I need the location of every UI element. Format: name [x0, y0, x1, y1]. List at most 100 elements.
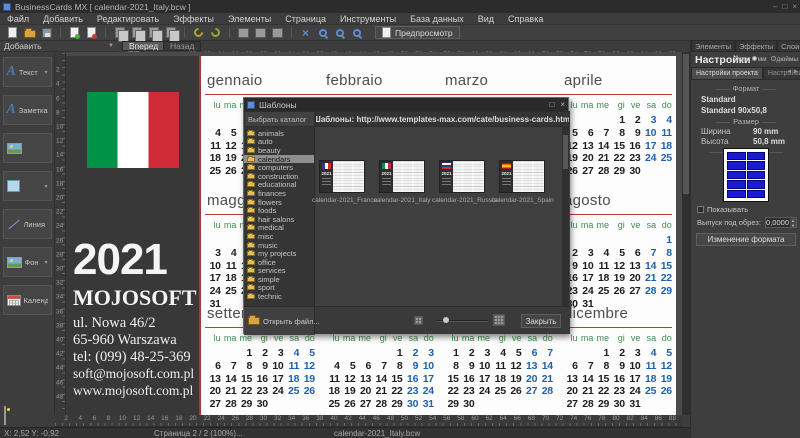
scrollbar-thumb[interactable] — [563, 135, 568, 169]
dialog-close-icon[interactable]: × — [560, 100, 565, 109]
menu-item[interactable]: База данных — [403, 14, 471, 24]
dialog-close-button[interactable]: Закрыть — [521, 314, 561, 328]
card-company-text[interactable]: MOJOSOFT — [73, 285, 196, 311]
menu-item[interactable]: Элементы — [221, 14, 278, 24]
italy-flag-image[interactable] — [87, 92, 179, 168]
undo-button[interactable] — [190, 26, 207, 40]
change-format-button[interactable]: Изменение формата — [696, 233, 796, 246]
zoom-out-button[interactable] — [348, 26, 365, 40]
zoom-in-button[interactable] — [314, 26, 331, 40]
canvas-vertical-scrollbar[interactable] — [682, 52, 690, 415]
folder-item-beauty[interactable]: beauty — [244, 146, 314, 155]
calendar-day: 13 — [209, 372, 221, 385]
folder-item-services[interactable]: services — [244, 266, 314, 275]
image-tool[interactable] — [2, 133, 52, 163]
folder-item-computers[interactable]: computers — [244, 163, 314, 172]
subtab-scroll-arrows[interactable]: ◄► — [786, 69, 800, 75]
tab-back-side[interactable]: Назад — [163, 41, 202, 51]
cut-page-button[interactable] — [128, 26, 146, 42]
folder-item-foods[interactable]: foods — [244, 206, 314, 215]
folder-item-educational[interactable]: educational — [244, 180, 314, 189]
card-address-text[interactable]: ul. Nowa 46/2 65-960 Warszawa tel: (099) 4… — [73, 315, 191, 366]
menu-item[interactable]: Эффекты — [166, 14, 221, 24]
zoom-100-button[interactable] — [331, 26, 348, 40]
arrange-button-1[interactable] — [235, 26, 252, 40]
folder-item-simple[interactable]: simple — [244, 275, 314, 284]
arrange-button-3[interactable] — [269, 26, 286, 40]
folder-item-construction[interactable]: construction — [244, 172, 314, 181]
new-document-button[interactable] — [4, 26, 21, 40]
template-thumbnail-calendar-2021_Spain[interactable]: 2021 — [499, 160, 545, 193]
duplicate-page-icon — [165, 27, 180, 42]
dialog-maximize-icon[interactable]: □ — [549, 100, 554, 109]
save-button[interactable] — [38, 26, 55, 40]
add-panel-header[interactable]: Добавить ▼ — [0, 41, 118, 52]
menu-item[interactable]: Добавить — [36, 14, 90, 24]
folder-item-technic[interactable]: technic — [244, 292, 314, 301]
menu-item[interactable]: Редактировать — [90, 14, 166, 24]
panel-tab-Эффекты[interactable]: Эффекты — [734, 40, 778, 52]
folder-item-calendars[interactable]: calendars — [244, 155, 314, 164]
clipart-tool-icon[interactable] — [4, 406, 6, 425]
menu-item[interactable]: Инструменты — [333, 14, 403, 24]
panel-tab-Элементы[interactable]: Элементы — [691, 40, 735, 52]
unit-radio-дюймы[interactable]: дюймы — [770, 56, 798, 63]
template-thumbnail-calendar-2021_Italy[interactable]: 2021 — [379, 160, 425, 193]
note-tool[interactable]: A Заметка — [2, 95, 52, 125]
card-contact-text[interactable]: soft@mojosoft.com.pl www.mojosoft.com.pl — [73, 366, 194, 399]
folder-item-finances[interactable]: finances — [244, 189, 314, 198]
tab-project-settings[interactable]: Настройки проекта — [691, 67, 763, 80]
background-tool[interactable]: Фон ▾ — [2, 247, 52, 277]
card-left-panel[interactable]: 2021 MOJOSOFT ul. Nowa 46/2 65-960 Warsza… — [66, 56, 199, 415]
menu-item[interactable]: Справка — [501, 14, 550, 24]
close-icon[interactable]: × — [792, 2, 797, 11]
menu-item[interactable]: Вид — [471, 14, 501, 24]
open-file-button[interactable]: Открыть файл... — [244, 307, 320, 335]
dialog-title-bar[interactable]: Шаблоны □ × — [244, 98, 568, 111]
folder-item-animals[interactable]: animals — [244, 129, 314, 138]
template-thumbnail-calendar-2021_Russia[interactable]: 2021 — [439, 160, 485, 193]
panel-tab-Слои[interactable]: Слои — [777, 40, 800, 52]
add-page-button[interactable] — [66, 26, 83, 40]
thumbnail-size-large-icon[interactable] — [493, 314, 505, 326]
delete-page-button[interactable] — [83, 26, 100, 40]
slider-handle[interactable] — [443, 317, 449, 323]
menu-item[interactable]: Файл — [0, 14, 36, 24]
templates-url[interactable]: Шаблоны: http://www.templates-max.com/ca… — [315, 111, 570, 127]
folder-item-auto[interactable]: auto — [244, 137, 314, 146]
folder-item-my-projects[interactable]: my projects — [244, 249, 314, 258]
show-bleed-checkbox[interactable] — [697, 206, 704, 213]
open-button[interactable] — [21, 26, 38, 40]
card-year-text[interactable]: 2021 — [73, 236, 195, 284]
shape-tool[interactable]: ▾ — [2, 171, 52, 201]
unit-radio-мм[interactable]: мм — [751, 56, 767, 63]
calendar-tool[interactable]: Календарь — [2, 285, 52, 315]
folder-item-sport[interactable]: sport — [244, 283, 314, 292]
preview-button[interactable]: Предпросмотр — [375, 26, 460, 39]
folder-item-misc[interactable]: misc — [244, 232, 314, 241]
text-tool[interactable]: А Текст ▾ — [2, 57, 52, 87]
duplicate-page-button[interactable] — [162, 26, 180, 42]
line-tool[interactable]: Линия — [2, 209, 52, 239]
minimize-icon[interactable]: – — [773, 2, 777, 11]
folder-item-flowers[interactable]: flowers — [244, 198, 314, 207]
unit-radio-см[interactable]: см — [733, 56, 748, 63]
menu-item[interactable]: Страница — [278, 14, 333, 24]
spinner-arrows-icon[interactable]: ▲ ▼ — [790, 218, 796, 228]
copy-page-button[interactable] — [111, 26, 129, 42]
arrange-button-2[interactable] — [252, 26, 269, 40]
template-thumbnail-calendar-2021_France[interactable]: 2021 — [319, 160, 365, 193]
redo-button[interactable] — [207, 26, 224, 40]
folder-item-medical[interactable]: medical — [244, 223, 314, 232]
folder-item-music[interactable]: music — [244, 241, 314, 250]
zoom-fit-button[interactable]: × — [297, 26, 314, 40]
thumbnail-size-small-icon[interactable] — [414, 316, 423, 325]
folder-item-hair-salons[interactable]: hair salons — [244, 215, 314, 224]
maximize-icon[interactable]: □ — [782, 2, 787, 11]
folder-item-office[interactable]: office — [244, 258, 314, 267]
ruler-tick-label: 74 — [570, 415, 578, 422]
bleed-value-spinner[interactable]: 0,0000 ▲ ▼ — [765, 217, 797, 228]
thumbnails-scrollbar[interactable] — [562, 127, 569, 306]
paste-page-button[interactable] — [145, 26, 163, 42]
scrollbar-thumb[interactable] — [683, 54, 689, 194]
